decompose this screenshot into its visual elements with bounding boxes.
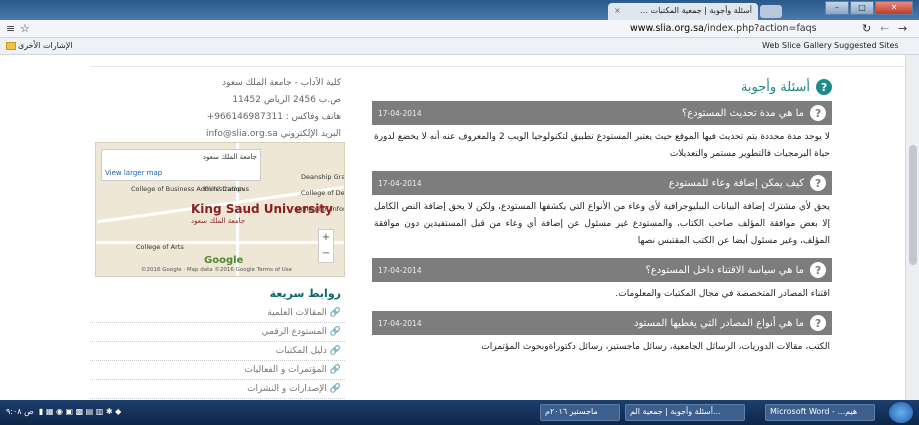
map-label: College of Arts [136, 243, 184, 251]
title-bar: × أسئلة وأجوبة | جمعية المكتبات ... – □ … [0, 0, 919, 20]
start-button[interactable] [889, 402, 913, 423]
windows-taskbar: ص ٩:٠٨ ▮ ▦ ◉ ▣ ▩ ▤ ▥ ✱ ◆ ماجستير ٢٠١٦م أ… [0, 400, 919, 425]
suggested-sites[interactable]: Suggested Sites [834, 41, 899, 50]
new-tab-button[interactable] [760, 5, 782, 18]
browser-tab[interactable]: × أسئلة وأجوبة | جمعية المكتبات ... [608, 3, 758, 20]
faq-main: ? أسئلة وأجوبة ? ما هي مدة تحديث المستودع… [372, 73, 832, 364]
question-icon: ? [816, 79, 832, 95]
browser-chrome: × أسئلة وأجوبة | جمعية المكتبات ... – □ … [0, 0, 919, 55]
contact-line: كلية الآداب - جامعة الملك سعود [222, 78, 341, 88]
faq-question-bar[interactable]: ? ما هي أنواع المصادر التي يغطيها المستود… [372, 311, 832, 335]
web-slice-gallery[interactable]: Web Slice Gallery [762, 41, 832, 50]
tab-title: أسئلة وأجوبة | جمعية المكتبات ... [640, 6, 752, 15]
close-tab-icon[interactable]: × [614, 6, 621, 15]
map-label: Girls' Campus [204, 185, 250, 193]
question-icon: ? [810, 105, 826, 121]
faq-date: 17-04-2014 [378, 318, 422, 328]
quick-link-item[interactable]: 🔗 المستودع الرقمي [90, 323, 345, 342]
faq-question-bar[interactable]: ? ما هي سياسة الاقتناء داخل المستودع؟ 17-0… [372, 258, 832, 282]
map-label: College of Dentistry [301, 189, 345, 197]
refresh-icon[interactable]: ↻ [862, 22, 871, 35]
contact-line: هاتف وفاكس : 966146987311+ [206, 112, 341, 122]
faq-question-bar[interactable]: ? ما هي مدة تحديث المستودع؟ 17-04-2014 [372, 101, 832, 125]
bookmarks-bar: الإشارات الأخرى Web Slice Gallery Sugges… [0, 38, 919, 55]
map-footer: ©2016 Google · Map data ©2016 Google Ter… [141, 267, 293, 273]
top-nav-strip [90, 55, 905, 67]
quick-links: روابط سريعة 🔗 المقالات العلمية 🔗 المستودع… [90, 287, 345, 399]
faq-question: ما هي سياسة الاقتناء داخل المستودع؟ [645, 264, 804, 276]
page-title: ? أسئلة وأجوبة [372, 73, 832, 101]
menu-icon[interactable]: ≡ [6, 22, 15, 35]
map-info-card: جامعة الملك سعود View larger map [101, 149, 261, 181]
faq-answer: يحق لأي مشترك إضافة البيانات الببليوجراف… [374, 202, 830, 246]
faq-answer: اقتناء المصادر المتخصصة في مجال المكتبات… [615, 289, 830, 299]
taskbar-item[interactable]: ماجستير ٢٠١٦م [540, 404, 620, 421]
faq-list: ? ما هي مدة تحديث المستودع؟ 17-04-2014 لا ي… [372, 101, 832, 364]
forward-icon[interactable]: ← [880, 22, 889, 35]
question-icon: ? [810, 175, 826, 191]
quick-link-item[interactable]: 🔗 المقالات العلمية [90, 304, 345, 323]
quick-links-title: روابط سريعة [269, 287, 341, 300]
taskbar-item[interactable]: Microsoft Word - ...هيم [765, 404, 875, 421]
window-controls: – □ ✕ [825, 1, 913, 15]
quick-link-item[interactable]: 🔗 دليل المكتبات [90, 342, 345, 361]
minimize-button[interactable]: – [825, 1, 849, 15]
link-icon: 🔗 [329, 365, 341, 375]
close-window-button[interactable]: ✕ [875, 1, 913, 15]
faq-date: 17-04-2014 [378, 178, 422, 188]
address-bar[interactable]: ≡ ☆ www.slia.org.sa/index.php?action=faq… [0, 20, 919, 38]
contact-line: البريد الإلكتروني info@slia.org.sa [205, 129, 341, 139]
faq-question: ما هي مدة تحديث المستودع؟ [681, 107, 804, 119]
tray-clock[interactable]: ص ٩:٠٨ [6, 407, 34, 416]
scrollbar-thumb[interactable] [909, 145, 917, 265]
faq-answer: لا يوجد مدة محددة يتم تحديث فيها الموقع … [374, 132, 830, 159]
map-university-label: King Saud University جامعة الملك سعود [191, 202, 333, 225]
taskbar-item[interactable]: أسئلة وأجوبة | جمعية الم... [625, 404, 745, 421]
google-map[interactable]: جامعة الملك سعود View larger map College… [95, 142, 345, 277]
map-place-name: جامعة الملك سعود [202, 153, 257, 161]
other-bookmarks[interactable]: الإشارات الأخرى [6, 41, 73, 50]
favorite-star-icon[interactable]: ☆ [20, 22, 30, 35]
quick-link-item[interactable]: 🔗 المؤتمرات و الفعاليات [90, 361, 345, 380]
map-zoom-control[interactable]: + − [318, 229, 334, 263]
faq-question: كيف يمكن إضافة وعاء للمستودع [668, 177, 804, 189]
question-icon: ? [810, 262, 826, 278]
back-icon[interactable]: → [898, 22, 907, 35]
maximize-button[interactable]: □ [850, 1, 874, 15]
system-tray: ص ٩:٠٨ ▮ ▦ ◉ ▣ ▩ ▤ ▥ ✱ ◆ [6, 407, 122, 416]
view-larger-map-link[interactable]: View larger map [105, 169, 257, 177]
url-text[interactable]: www.slia.org.sa/index.php?action=faqs [630, 23, 817, 34]
folder-icon [6, 41, 16, 50]
web-page: ? أسئلة وأجوبة ? ما هي مدة تحديث المستودع… [0, 55, 905, 400]
sidebar-contact: كلية الآداب - جامعة الملك سعود ص.ب 2456 ا… [90, 75, 345, 143]
map-road [96, 241, 344, 244]
faq-question: ما هي أنواع المصادر التي يغطيها المستود [634, 317, 804, 329]
vertical-scrollbar[interactable] [905, 55, 919, 400]
faq-date: 17-04-2014 [378, 265, 422, 275]
link-icon: 🔗 [329, 384, 341, 394]
faq-date: 17-04-2014 [378, 108, 422, 118]
faq-answer: الكتب، مقالات الدوريات، الرسائل الجامعية… [481, 342, 830, 352]
quick-link-item[interactable]: 🔗 الإصدارات و النشرات [90, 380, 345, 399]
link-icon: 🔗 [329, 346, 341, 356]
contact-line: ص.ب 2456 الرياض 11452 [232, 95, 341, 105]
question-icon: ? [810, 315, 826, 331]
link-icon: 🔗 [329, 327, 341, 337]
map-label: Deanship Graduate [301, 173, 345, 181]
faq-question-bar[interactable]: ? كيف يمكن إضافة وعاء للمستودع 17-04-2014 [372, 171, 832, 195]
google-logo: Google [204, 255, 244, 266]
contact-info: كلية الآداب - جامعة الملك سعود ص.ب 2456 ا… [90, 75, 345, 143]
link-icon: 🔗 [329, 308, 341, 318]
